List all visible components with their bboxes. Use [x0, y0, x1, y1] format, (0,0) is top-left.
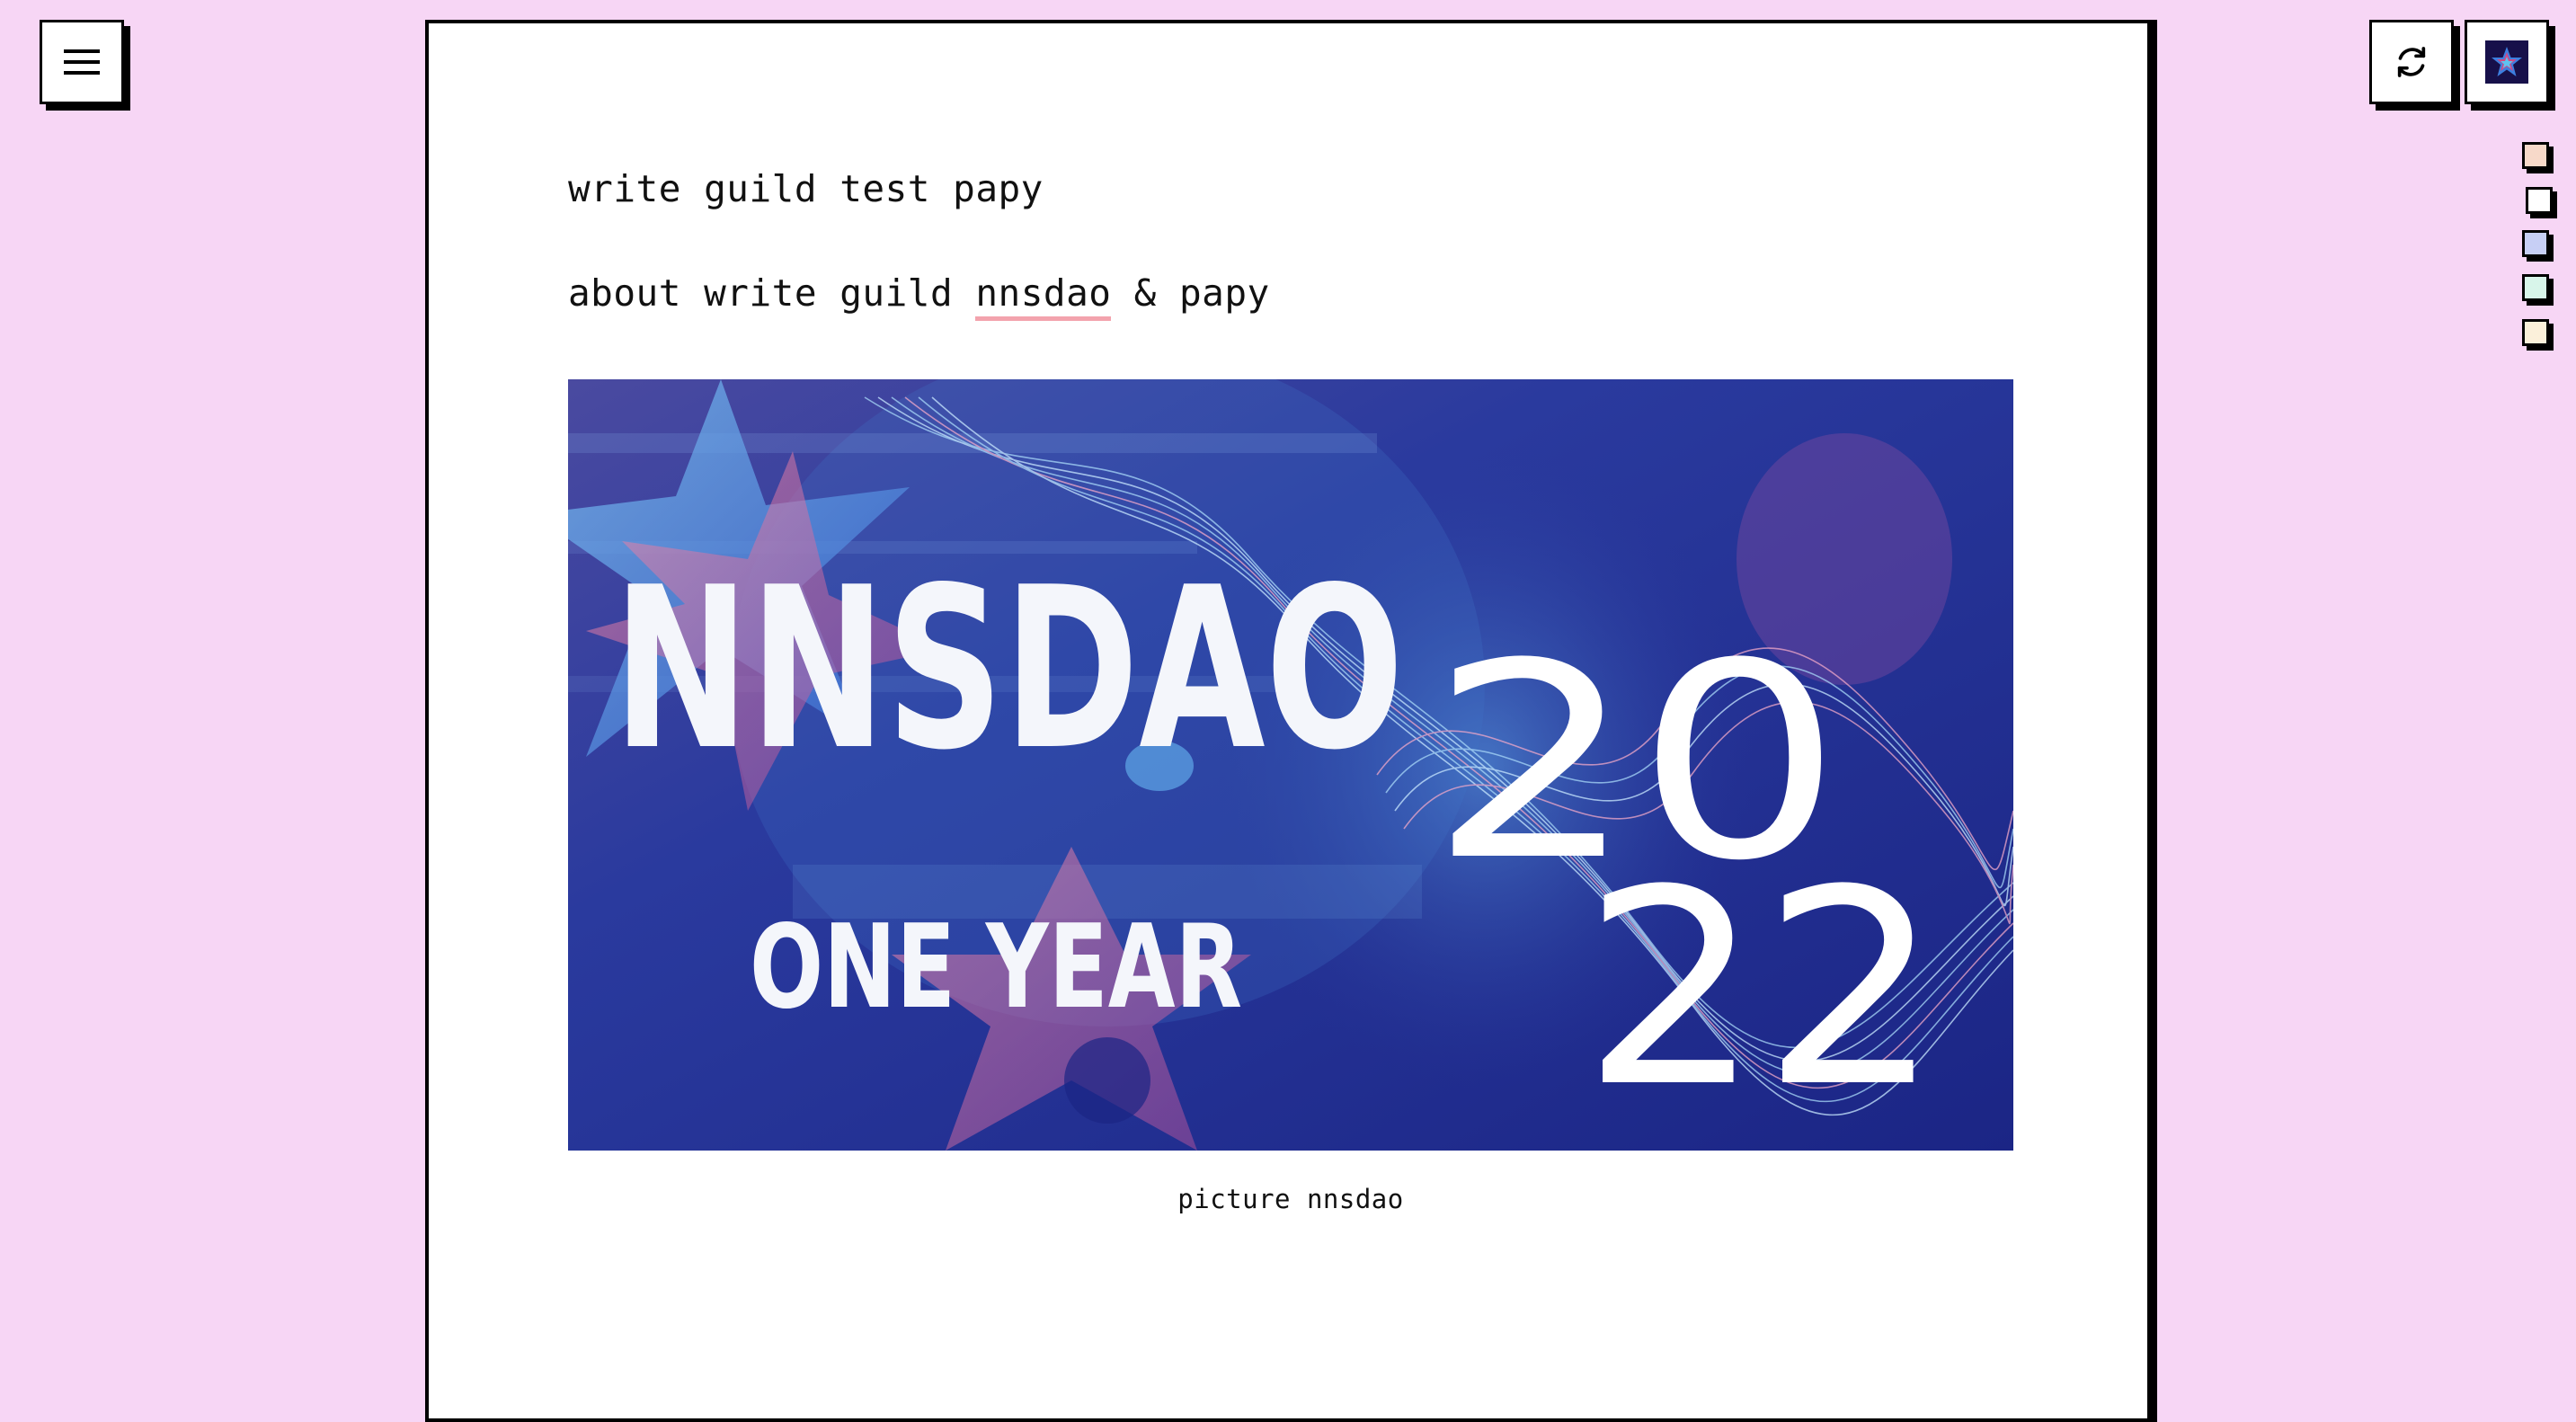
theme-swatch-cream[interactable]: [2522, 319, 2549, 346]
logo-button[interactable]: [2465, 20, 2549, 104]
banner-headline: NNSDAO: [613, 540, 1404, 799]
nnsdao-banner-image: NNSDAO ONE YEAR 20 22: [568, 379, 2013, 1151]
nnsdao-star-logo-icon: [2485, 40, 2528, 84]
refresh-icon: [2397, 47, 2426, 77]
nnsdao-link[interactable]: nnsdao: [975, 271, 1112, 321]
theme-swatch-peach[interactable]: [2522, 142, 2549, 169]
theme-swatch-lavender[interactable]: [2522, 230, 2549, 257]
hamburger-menu-icon: [64, 49, 100, 75]
document-title: write guild test papy: [568, 167, 1044, 210]
menu-button[interactable]: [40, 20, 124, 104]
about-suffix: & papy: [1111, 271, 1270, 315]
banner-year-bottom: 22: [1582, 832, 1941, 1146]
theme-swatch-white[interactable]: [2526, 187, 2553, 214]
theme-swatch-mint[interactable]: [2522, 274, 2549, 301]
document-about-line: about write guild nnsdao & papy: [568, 270, 1270, 321]
refresh-button[interactable]: [2369, 20, 2454, 104]
banner-caption: picture nnsdao: [1177, 1184, 1404, 1214]
banner-subtitle: ONE YEAR: [750, 901, 1242, 1035]
document-paper: write guild test papy about write guild …: [425, 20, 2151, 1422]
about-prefix: about write guild: [568, 271, 976, 315]
